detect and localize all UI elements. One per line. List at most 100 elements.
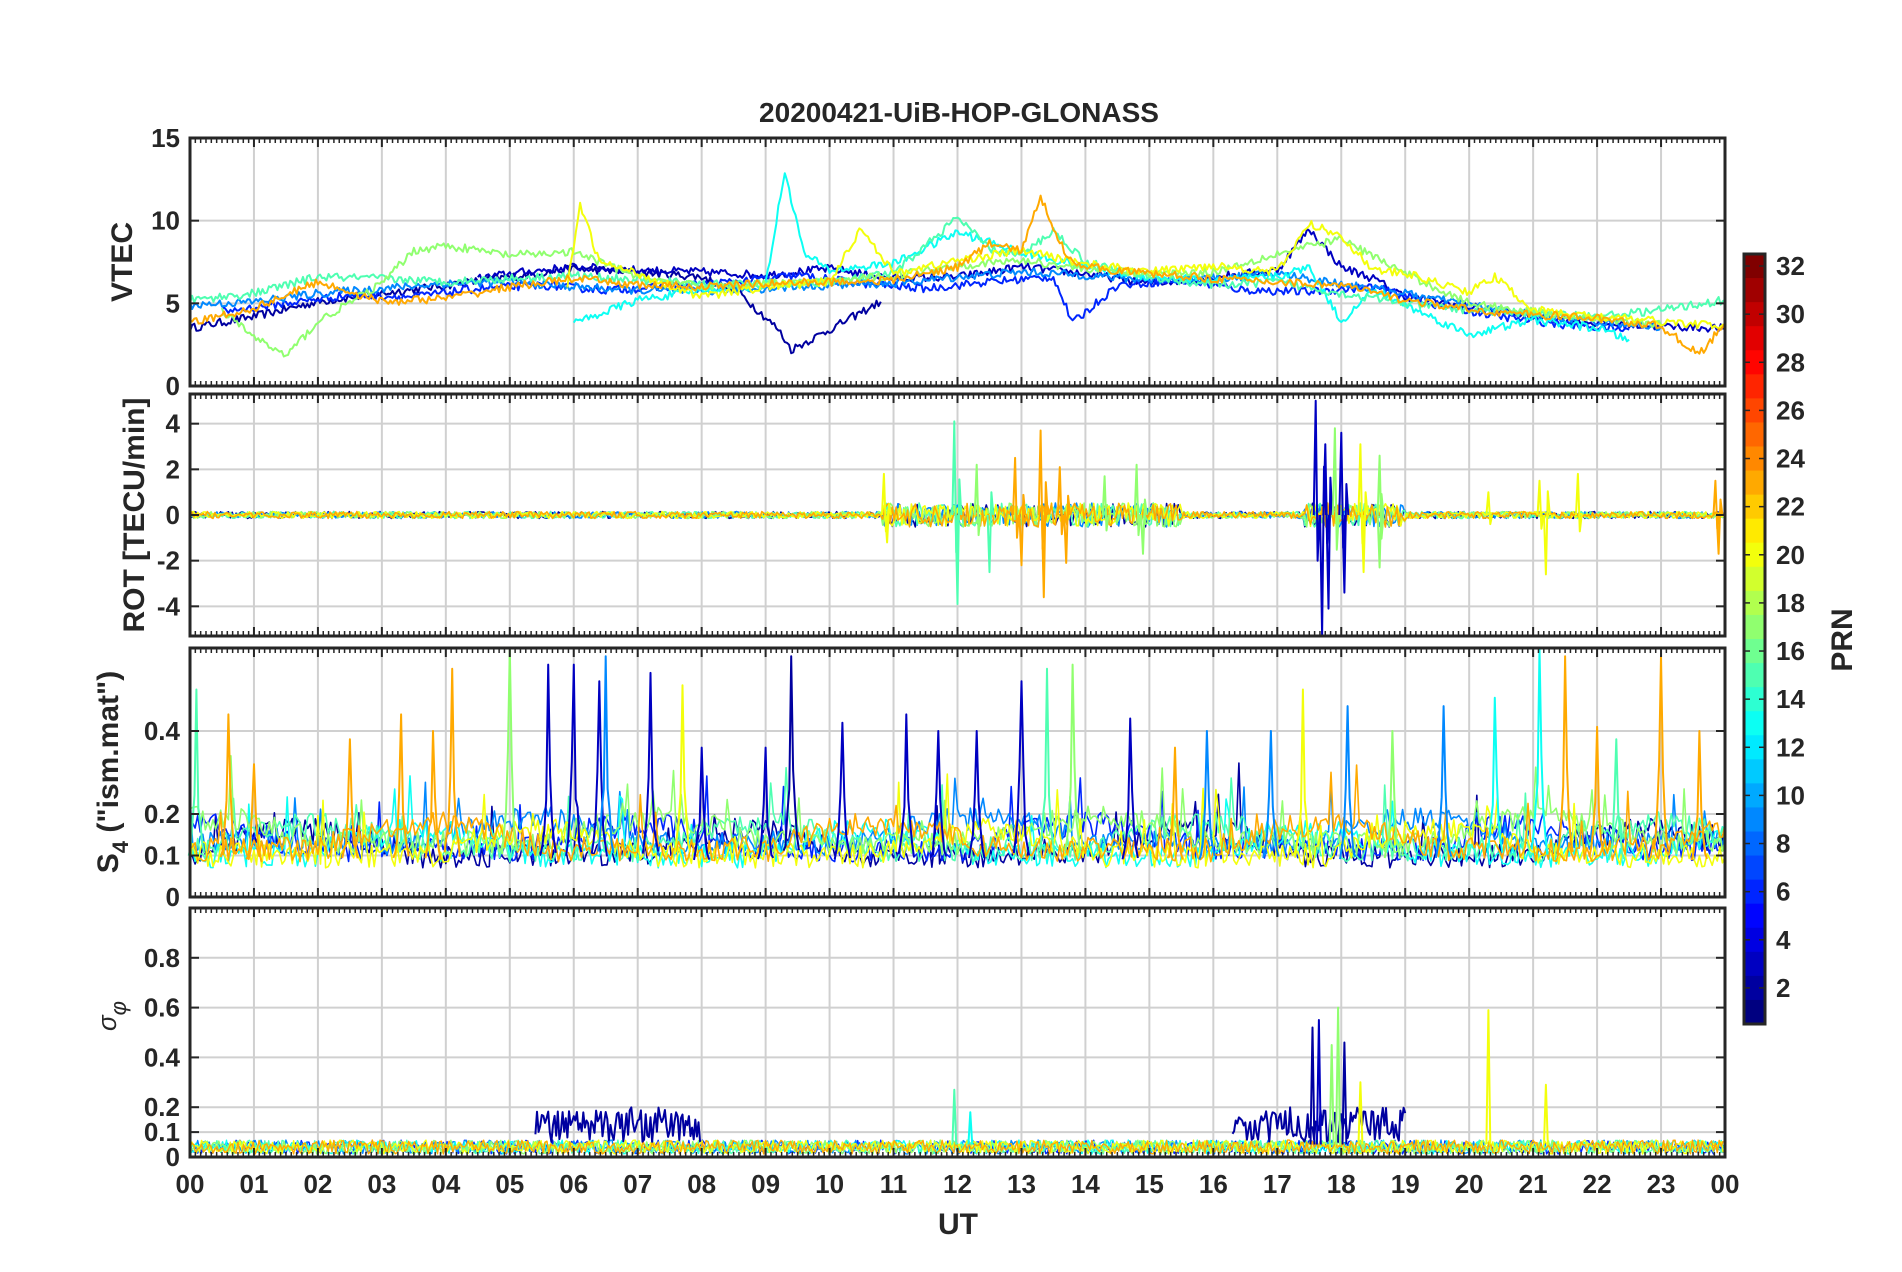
vtec-grid — [190, 138, 1725, 386]
rot-spike — [1575, 472, 1583, 533]
rot-spike — [1325, 476, 1334, 610]
x-tick-label: 17 — [1263, 1169, 1292, 1199]
x-tick-label: 08 — [687, 1169, 716, 1199]
s4-ylabel-suffix: ("ism.mat") — [92, 671, 125, 841]
vtec-ticks: 0 5 10 15 — [151, 123, 1726, 401]
colorbar-tick-label: 20 — [1776, 540, 1805, 570]
rot-spike — [1543, 490, 1551, 576]
colorbar-swatches — [1744, 254, 1765, 1025]
rot-spike — [1063, 494, 1072, 564]
x-tick-label: 07 — [623, 1169, 652, 1199]
x-axis-label: UT — [938, 1208, 978, 1241]
colorbar-tick-label: 28 — [1776, 347, 1805, 377]
x-tick-label: 02 — [303, 1169, 332, 1199]
x-tick-label: 21 — [1519, 1169, 1548, 1199]
vtec-ylabel: VTEC — [106, 222, 139, 302]
y-tick-label: 0 — [166, 500, 180, 530]
vtec-series-prn-13 — [572, 172, 1630, 343]
figure-title: 20200421-UiB-HOP-GLONASS — [759, 97, 1159, 128]
x-tick-label: 18 — [1327, 1169, 1356, 1199]
colorbar-tick-label: 12 — [1776, 732, 1805, 762]
colorbar-tick-label: 22 — [1776, 492, 1805, 522]
x-tick-label: 09 — [751, 1169, 780, 1199]
rot-spike — [1312, 399, 1321, 562]
x-tick-label: 00 — [1711, 1169, 1740, 1199]
y-tick-label: 5 — [166, 288, 180, 318]
colorbar: 2468101214161820222426283032 PRN — [1742, 251, 1859, 1026]
y-tick-label: 0.6 — [144, 993, 180, 1023]
s4-ylabel-main: S — [92, 853, 125, 873]
colorbar-tick-label: 16 — [1776, 636, 1805, 666]
colorbar-swatch — [1744, 999, 1765, 1025]
rot-spike — [1485, 491, 1494, 526]
sigma-ylabel: σφ — [92, 1001, 131, 1031]
y-tick-label: 0.1 — [144, 841, 180, 871]
y-tick-label: -4 — [157, 591, 181, 621]
y-tick-label: 0.4 — [144, 716, 181, 746]
colorbar-swatch — [1744, 374, 1765, 399]
colorbar-swatch — [1744, 951, 1765, 977]
x-tick-label: 16 — [1199, 1169, 1228, 1199]
x-tick-label: 10 — [815, 1169, 844, 1199]
colorbar-swatch — [1744, 278, 1765, 303]
colorbar-tick-label: 2 — [1776, 973, 1790, 1003]
sigma-burst — [1231, 1106, 1407, 1143]
x-tick-label: 00 — [176, 1169, 205, 1199]
x-tick-label: 22 — [1583, 1169, 1612, 1199]
colorbar-swatch — [1744, 518, 1765, 544]
x-tick-label: 03 — [367, 1169, 396, 1199]
panel-s4: 0 0.1 0.2 0.4 S4 ("ism.mat") — [92, 646, 1727, 912]
colorbar-tick-label: 24 — [1776, 444, 1805, 474]
colorbar-tick-label: 4 — [1776, 925, 1791, 955]
y-tick-label: 0.2 — [144, 1092, 180, 1122]
colorbar-swatch — [1744, 614, 1765, 640]
x-tick-label: 05 — [495, 1169, 524, 1199]
sigma-ylabel-subscript: φ — [106, 1001, 131, 1015]
rot-spike — [1536, 479, 1545, 530]
colorbar-swatch — [1744, 807, 1765, 833]
rot-spike — [1331, 427, 1340, 551]
s4-spike — [833, 721, 851, 860]
colorbar-tick-label: 14 — [1776, 684, 1805, 714]
sigma-grid — [190, 908, 1725, 1157]
colorbar-tick-label: 18 — [1776, 588, 1805, 618]
sigma-spike — [1543, 1083, 1549, 1145]
s4-spike — [673, 684, 692, 855]
y-tick-label: 0.2 — [144, 799, 180, 829]
y-tick-label: 10 — [151, 206, 180, 236]
colorbar-tick-label: 10 — [1776, 780, 1805, 810]
y-tick-label: 0.4 — [144, 1042, 181, 1072]
y-tick-label: 15 — [151, 123, 180, 153]
sigma-spike — [967, 1111, 974, 1145]
x-tick-label: 20 — [1455, 1169, 1484, 1199]
s4-ylabel-subscript: 4 — [108, 840, 133, 853]
x-tick-label: 04 — [431, 1169, 460, 1199]
colorbar-tick-label: 8 — [1776, 829, 1790, 859]
y-tick-label: 4 — [166, 409, 181, 439]
rot-spike — [1101, 475, 1110, 532]
sigma-spike — [1335, 1006, 1341, 1145]
colorbar-swatch — [1744, 566, 1765, 592]
colorbar-tick-label: 32 — [1776, 251, 1805, 281]
rot-spike — [1018, 493, 1027, 567]
y-tick-label: 2 — [166, 454, 180, 484]
x-tick-label: 01 — [239, 1169, 268, 1199]
y-tick-label: 0.8 — [144, 943, 180, 973]
sigma-spike — [951, 1088, 958, 1145]
x-tick-label: 06 — [559, 1169, 588, 1199]
colorbar-swatch — [1744, 663, 1765, 688]
x-tick-label: 13 — [1007, 1169, 1036, 1199]
sigma-ylabel-main: σ — [92, 1014, 122, 1031]
x-tick-label: 11 — [880, 1169, 908, 1199]
colorbar-swatch — [1744, 326, 1765, 351]
colorbar-swatch — [1744, 422, 1765, 448]
colorbar-swatch — [1744, 711, 1765, 736]
s4-ylabel: S4 ("ism.mat") — [92, 671, 133, 873]
colorbar-swatch — [1744, 855, 1765, 881]
colorbar-tick-label: 26 — [1776, 395, 1805, 425]
sigma-spike — [1485, 1009, 1492, 1145]
x-tick-label: 14 — [1071, 1169, 1100, 1199]
sigma-spike — [1357, 1081, 1364, 1145]
x-tick-label: 12 — [943, 1169, 972, 1199]
figure: 20200421-UiB-HOP-GLONASS 051015 VTEC -4-… — [92, 97, 1859, 1241]
